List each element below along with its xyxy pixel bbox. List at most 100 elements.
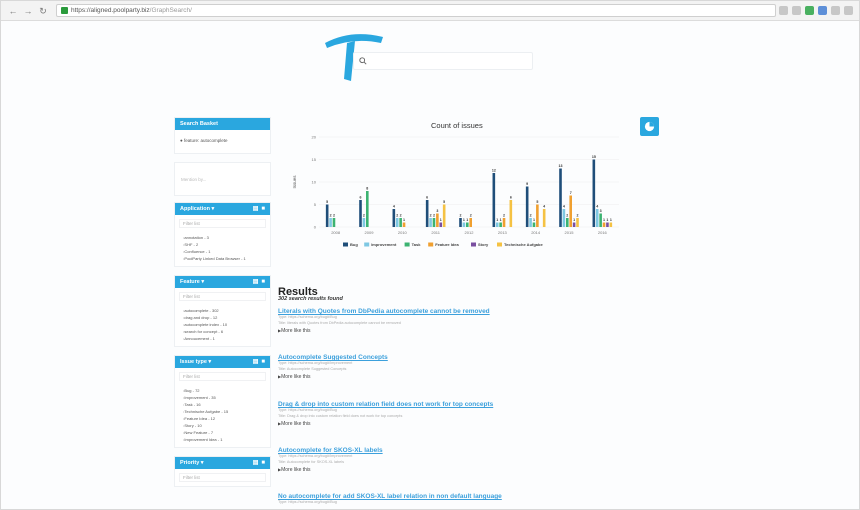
url-host: https://aligned.poolparty.biz xyxy=(71,7,150,14)
result-title-link[interactable]: Literals with Quotes from DbPedia autoco… xyxy=(278,308,618,315)
extension-icon[interactable] xyxy=(805,6,814,15)
facet-item[interactable]: Improvement - 35 xyxy=(183,394,262,401)
x-tick-label: 2011 xyxy=(431,230,440,235)
legend-label: Task xyxy=(412,242,422,247)
results-count: 302 search results found xyxy=(278,296,343,302)
close-icon[interactable]: ■ xyxy=(261,279,265,285)
facet-item[interactable]: Task - 16 xyxy=(183,401,262,408)
data-label: 2 xyxy=(566,214,568,218)
close-icon[interactable]: ■ xyxy=(261,460,265,466)
facet-item[interactable]: autocomplete - 302 xyxy=(183,307,262,314)
back-icon[interactable]: ← xyxy=(7,5,19,17)
bar xyxy=(425,200,429,227)
facet-item[interactable]: Bug - 72 xyxy=(183,387,262,394)
facet-item[interactable]: search for concept - 6 xyxy=(183,328,262,335)
facet-item[interactable]: Confluence - 1 xyxy=(183,248,262,255)
bar xyxy=(332,218,336,227)
facet-list: annotation - 3SHF - 2Confluence - 1PoolP… xyxy=(175,232,270,266)
legend-swatch xyxy=(343,242,348,247)
facet-item[interactable]: New Feature - 7 xyxy=(183,429,262,436)
facet-header[interactable]: Priority ▾ ▤ ■ xyxy=(175,457,270,469)
bar xyxy=(495,222,499,227)
data-label: 2 xyxy=(330,214,332,218)
menu-icon[interactable] xyxy=(844,6,853,15)
collapse-icon[interactable]: ▤ xyxy=(253,279,259,285)
collapse-icon[interactable]: ▤ xyxy=(253,206,259,212)
legend-label: Technische Aufgabe xyxy=(504,242,543,247)
collapse-icon[interactable]: ▤ xyxy=(253,359,259,365)
legend-label: Improvement xyxy=(371,242,397,247)
data-label: 2 xyxy=(363,214,365,218)
facet-item[interactable]: annotation - 3 xyxy=(183,234,262,241)
result-item: Literals with Quotes from DbPedia autoco… xyxy=(278,308,618,334)
data-label: 1 xyxy=(403,218,405,222)
y-tick-label: 0 xyxy=(314,225,317,230)
star-icon[interactable] xyxy=(792,6,801,15)
address-bar[interactable]: https://aligned.poolparty.biz/GraphSearc… xyxy=(56,4,776,17)
data-label: 6 xyxy=(426,196,428,200)
facet-item[interactable]: Annoucement - 1 xyxy=(183,335,262,342)
data-label: 4 xyxy=(563,205,565,209)
bar xyxy=(542,209,546,227)
facet-item[interactable]: drag and drop - 12 xyxy=(183,314,262,321)
bar xyxy=(436,213,439,227)
x-tick-label: 2009 xyxy=(365,230,375,235)
result-title-link[interactable]: Autocomplete for SKOS-XL labels xyxy=(278,447,618,454)
facet-header[interactable]: Application ▾ ▤ ■ xyxy=(175,203,270,215)
basket-item[interactable]: ● feature: autocomplete xyxy=(175,130,270,153)
chart-toggle-button[interactable] xyxy=(640,117,659,136)
bar xyxy=(502,218,506,227)
facet-filter-input[interactable]: Filter list xyxy=(179,219,266,228)
facet-header[interactable]: Issue type ▾ ▤ ■ xyxy=(175,356,270,368)
more-like-this-button[interactable]: More like this xyxy=(278,328,618,334)
legend-label: Feature Idea xyxy=(435,242,459,247)
bar xyxy=(359,200,362,227)
x-tick-label: 2014 xyxy=(531,230,541,235)
bar xyxy=(532,222,536,227)
more-like-this-button[interactable]: More like this xyxy=(278,421,618,427)
result-description: Title: literals with Quotes from DbPedia… xyxy=(278,320,401,325)
settings-icon[interactable] xyxy=(831,6,840,15)
facet-item[interactable]: Improvement Idea - 1 xyxy=(183,436,262,443)
search-input[interactable] xyxy=(353,52,533,70)
bar xyxy=(525,186,529,227)
facet-item[interactable]: SHF - 2 xyxy=(183,241,262,248)
facet-item[interactable]: PoolParty Linked Data Browser - 1 xyxy=(183,255,262,262)
result-title-link[interactable]: Drag & drop into custom relation field d… xyxy=(278,401,618,408)
reload-icon[interactable]: ↻ xyxy=(37,5,49,17)
mentions-filter-input[interactable]: Mention by... xyxy=(174,162,271,196)
zoom-icon[interactable] xyxy=(779,6,788,15)
facet-item[interactable]: Technische Aufgabe - 15 xyxy=(183,408,262,415)
result-item: Autocomplete for SKOS-XL labels Type: ht… xyxy=(278,447,618,473)
result-title-link[interactable]: No autocomplete for add SKOS-XL label re… xyxy=(278,493,618,500)
result-item: Autocomplete Suggested Concepts Type: ht… xyxy=(278,354,618,380)
close-icon[interactable]: ■ xyxy=(261,359,265,365)
data-label: 12 xyxy=(492,169,496,173)
more-like-this-button[interactable]: More like this xyxy=(278,374,618,380)
bar xyxy=(499,222,502,227)
data-label: 5 xyxy=(443,200,445,204)
search-basket-panel: Search Basket ● feature: autocomplete xyxy=(174,117,271,154)
result-type: Type: https://schema.org/bug#/Bug xyxy=(278,500,337,504)
facet-header[interactable]: Feature ▾ ▤ ■ xyxy=(175,276,270,288)
close-icon[interactable]: ■ xyxy=(261,206,265,212)
pie-chart-icon xyxy=(644,121,655,132)
extension-icon[interactable] xyxy=(818,6,827,15)
bar xyxy=(562,209,566,227)
facet-item[interactable]: Story - 10 xyxy=(183,422,262,429)
facet-item[interactable]: autocomplete index - 10 xyxy=(183,321,262,328)
facet-item[interactable]: Feature Idea - 12 xyxy=(183,415,262,422)
data-label: 2 xyxy=(460,214,462,218)
collapse-icon[interactable]: ▤ xyxy=(253,460,259,466)
facet-filter-input[interactable]: Filter list xyxy=(179,292,266,301)
facet-filter-input[interactable]: Filter list xyxy=(179,372,266,381)
bar xyxy=(595,209,599,227)
legend-label: Story xyxy=(478,242,489,247)
bar xyxy=(325,204,329,227)
more-like-this-button[interactable]: More like this xyxy=(278,467,618,473)
result-title-link[interactable]: Autocomplete Suggested Concepts xyxy=(278,354,618,361)
forward-icon[interactable]: → xyxy=(22,5,34,17)
y-tick-label: 20 xyxy=(312,135,317,140)
bar xyxy=(599,213,602,227)
facet-filter-input[interactable]: Filter list xyxy=(179,473,266,482)
